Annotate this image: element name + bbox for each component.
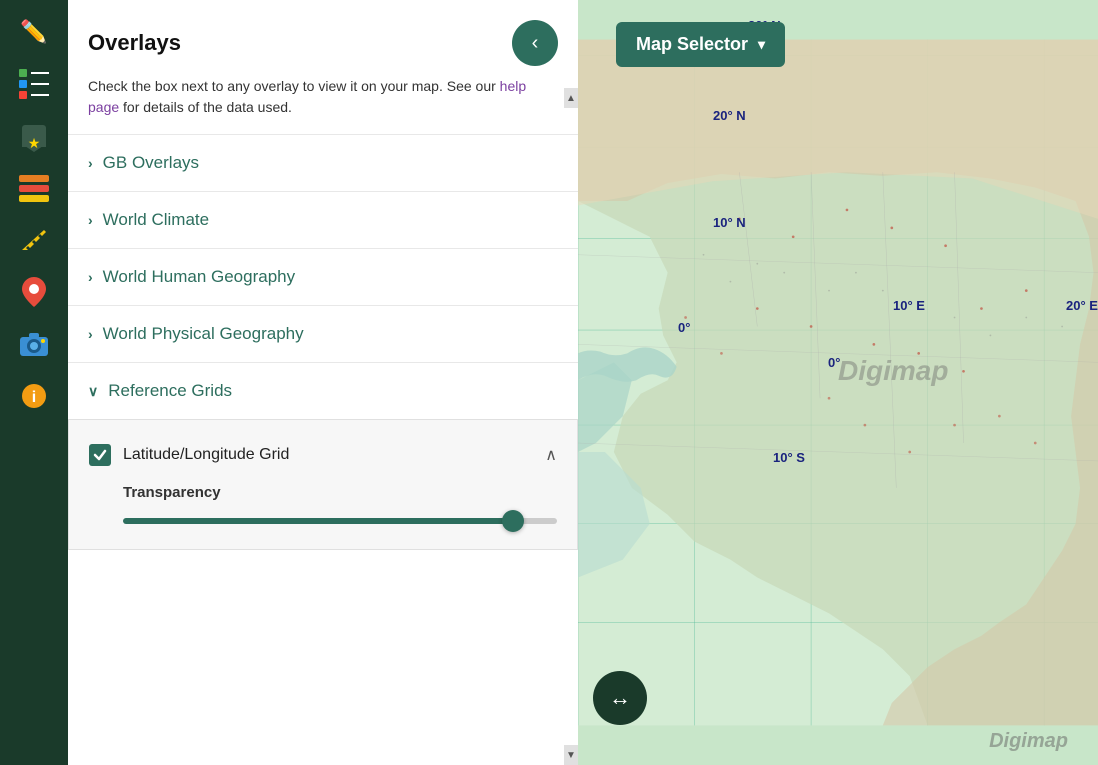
location-icon[interactable] [10,268,58,316]
lat-label-0-mid: 0° [828,355,840,370]
chevron-right-icon: › [88,326,93,342]
chevron-right-icon: › [88,155,93,171]
map-selector-button[interactable]: Map Selector ▾ [616,22,785,67]
reference-grids-expanded: Latitude/Longitude Grid ∧ Transparency [68,419,578,550]
overlay-group-climate: › World Climate [68,191,578,248]
overlay-group-gb-header[interactable]: › GB Overlays [68,135,578,191]
scroll-down-arrow[interactable]: ▼ [564,745,578,765]
lat-label-0-left: 0° [678,320,690,335]
info-icon[interactable]: i [10,372,58,420]
overlay-group-gb: › GB Overlays [68,134,578,191]
panel-header: Overlays ‹ [68,0,578,76]
lat-label-20n: 20° N [713,108,746,123]
map-background [578,0,1098,765]
chevron-right-icon: › [88,269,93,285]
chevron-right-icon: › [88,212,93,228]
collapse-panel-button[interactable]: ‹ [512,20,558,66]
map-selector-dropdown-arrow: ▾ [758,36,765,53]
overlay-group-human-geo-header[interactable]: › World Human Geography [68,249,578,305]
overlay-groups-list: › GB Overlays › World Climate › World Hu… [68,134,578,765]
lat-label-10n: 10° N [713,215,746,230]
lon-label-20e: 20° E [1066,298,1098,313]
overlay-group-physical-geo: › World Physical Geography [68,305,578,362]
overlay-group-climate-label: World Climate [103,210,209,230]
overlay-group-ref-grids-label: Reference Grids [108,381,232,401]
ruler-icon[interactable] [10,216,58,264]
overlay-group-physical-geo-label: World Physical Geography [103,324,304,344]
lat-label-10s: 10° S [773,450,805,465]
lat-lon-grid-label-row: Latitude/Longitude Grid ∧ [123,445,557,465]
toolbar: ✏️ ★ [0,0,68,765]
description-text: Check the box next to any overlay to vie… [88,78,500,94]
expand-collapse-arrow[interactable]: ∧ [545,445,557,465]
transparency-label: Transparency [123,484,557,501]
panel-title: Overlays [88,30,181,56]
pencil-icon[interactable]: ✏️ [10,8,58,56]
lon-label-10e: 10° E [893,298,925,313]
description-suffix: for details of the data used. [119,99,292,115]
map-expand-button[interactable]: ↔ [593,671,647,725]
map-area: 30° N 20° N 10° N 0° 0° 10° S 10° E 20° … [578,0,1098,765]
transparency-slider[interactable] [123,518,557,524]
panel-description: Check the box next to any overlay to vie… [68,76,578,134]
overlay-group-human-geo: › World Human Geography [68,248,578,305]
layers-icon[interactable] [10,164,58,212]
list-icon[interactable] [10,60,58,108]
svg-text:i: i [32,389,36,406]
overlay-group-human-geo-label: World Human Geography [103,267,295,287]
overlay-group-gb-label: GB Overlays [103,153,199,173]
overlays-panel: ▲ Overlays ‹ Check the box next to any o… [68,0,578,765]
chevron-down-icon: ∨ [88,383,98,400]
scroll-up-arrow[interactable]: ▲ [564,88,578,108]
map-selector-label: Map Selector [636,34,748,55]
expand-icon: ↔ [609,685,631,711]
lat-lon-grid-checkbox[interactable] [89,444,111,466]
transparency-section: Transparency [89,474,557,529]
overlay-group-climate-header[interactable]: › World Climate [68,192,578,248]
overlay-group-physical-geo-header[interactable]: › World Physical Geography [68,306,578,362]
lat-lon-grid-row: Latitude/Longitude Grid ∧ [89,436,557,474]
overlay-group-ref-grids: ∨ Reference Grids Latitude/Longitude Gri… [68,362,578,550]
bookmark-icon[interactable]: ★ [10,112,58,160]
camera-icon[interactable] [10,320,58,368]
lat-lon-grid-label: Latitude/Longitude Grid [123,446,289,464]
overlay-group-ref-grids-header[interactable]: ∨ Reference Grids [68,363,578,419]
